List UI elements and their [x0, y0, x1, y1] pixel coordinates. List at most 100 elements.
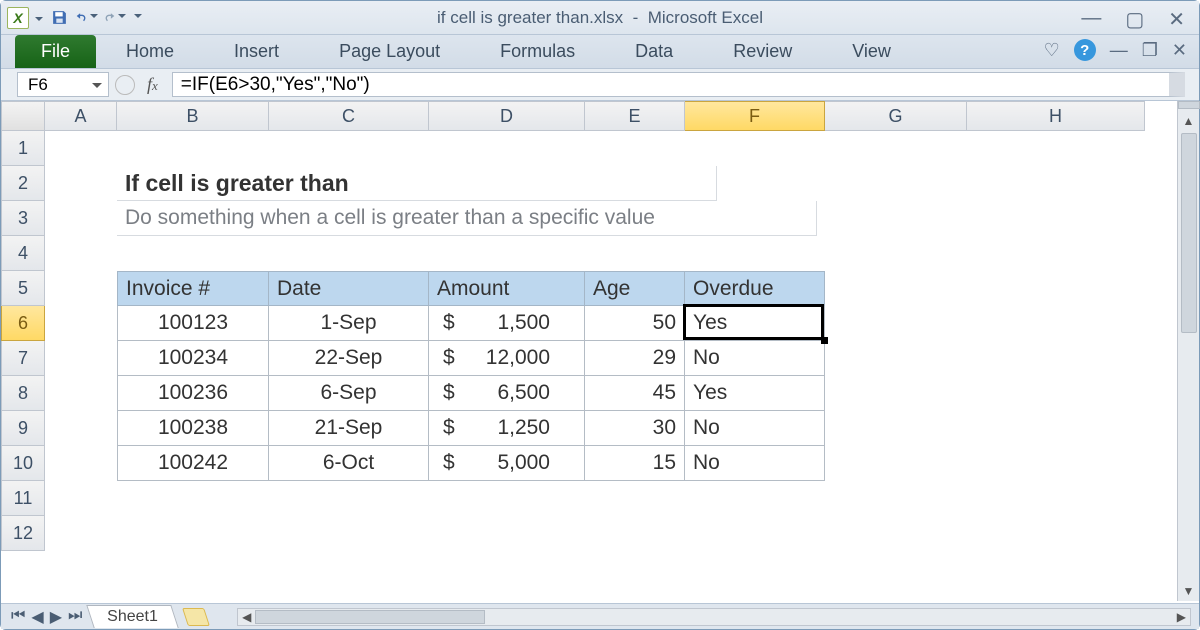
column-header[interactable]: F: [685, 101, 825, 131]
tab-view[interactable]: View: [822, 35, 921, 68]
column-header[interactable]: D: [429, 101, 585, 131]
cell-C7[interactable]: 22-Sep: [269, 341, 429, 376]
new-sheet-button[interactable]: [182, 608, 210, 626]
tab-page-layout[interactable]: Page Layout: [309, 35, 470, 68]
cell-B9[interactable]: 100238: [117, 411, 269, 446]
formula-bar: F6 fx =IF(E6>30,"Yes","No"): [1, 69, 1199, 101]
select-all-corner[interactable]: [1, 101, 45, 131]
app-menu-dropdown[interactable]: [35, 17, 43, 25]
cell-C6[interactable]: 1-Sep: [269, 306, 429, 341]
cell-B5[interactable]: Invoice #: [117, 271, 269, 306]
tab-review[interactable]: Review: [703, 35, 822, 68]
row-header[interactable]: 3: [1, 201, 45, 236]
scroll-up-icon[interactable]: ▲: [1183, 111, 1195, 131]
row-header[interactable]: 12: [1, 516, 45, 551]
column-header[interactable]: A: [45, 101, 117, 131]
cell-E9[interactable]: 30: [585, 411, 685, 446]
sheet-tab[interactable]: Sheet1: [87, 605, 179, 628]
column-header[interactable]: C: [269, 101, 429, 131]
cell-F8[interactable]: Yes: [685, 376, 825, 411]
horizontal-scrollbar[interactable]: ◀▶: [237, 608, 1191, 626]
cell-D10[interactable]: $5,000: [429, 446, 585, 481]
fx-icon[interactable]: fx: [139, 74, 166, 95]
save-button[interactable]: [47, 6, 71, 30]
title-bar: X if cell is greater than.xlsx - Microso…: [1, 1, 1199, 35]
cell-E6[interactable]: 50: [585, 306, 685, 341]
cell-D9[interactable]: $1,250: [429, 411, 585, 446]
tab-home[interactable]: Home: [96, 35, 204, 68]
column-header[interactable]: B: [117, 101, 269, 131]
tab-formulas[interactable]: Formulas: [470, 35, 605, 68]
tab-data[interactable]: Data: [605, 35, 703, 68]
cell-C9[interactable]: 21-Sep: [269, 411, 429, 446]
cell-E8[interactable]: 45: [585, 376, 685, 411]
cell-C8[interactable]: 6-Sep: [269, 376, 429, 411]
qat-customize[interactable]: [131, 6, 141, 30]
cell-C5[interactable]: Date: [269, 271, 429, 306]
window-title: if cell is greater than.xlsx - Microsoft…: [1, 8, 1199, 28]
column-header[interactable]: G: [825, 101, 967, 131]
workbook-close-button[interactable]: ✕: [1172, 40, 1187, 61]
row-header[interactable]: 1: [1, 131, 45, 166]
cell-F10[interactable]: No: [685, 446, 825, 481]
cell-B6[interactable]: 100123: [117, 306, 269, 341]
redo-button[interactable]: [103, 6, 127, 30]
cell-B2[interactable]: If cell is greater than: [117, 166, 717, 201]
sheet-nav-buttons[interactable]: ⏮◀▶⏭: [9, 607, 84, 627]
column-header[interactable]: H: [967, 101, 1145, 131]
cell-D8[interactable]: $6,500: [429, 376, 585, 411]
row-header[interactable]: 11: [1, 481, 45, 516]
redo-icon: [104, 11, 115, 25]
maximize-button[interactable]: ▢: [1125, 7, 1144, 32]
spreadsheet-grid: ABCDEFGH 123456789101112 If cell is grea…: [1, 101, 1199, 601]
cell-E7[interactable]: 29: [585, 341, 685, 376]
ribbon-minimize-icon[interactable]: ♡: [1044, 40, 1060, 61]
cell-D7[interactable]: $12,000: [429, 341, 585, 376]
scroll-down-icon[interactable]: ▼: [1183, 581, 1195, 601]
fill-handle[interactable]: [821, 337, 828, 344]
scroll-thumb[interactable]: [1181, 133, 1197, 333]
row-header[interactable]: 7: [1, 341, 45, 376]
row-header[interactable]: 2: [1, 166, 45, 201]
cell-B3[interactable]: Do something when a cell is greater than…: [117, 201, 817, 236]
cell-B8[interactable]: 100236: [117, 376, 269, 411]
cell-F5[interactable]: Overdue: [685, 271, 825, 306]
name-box[interactable]: F6: [17, 72, 109, 97]
cell-D5[interactable]: Amount: [429, 271, 585, 306]
cell-E5[interactable]: Age: [585, 271, 685, 306]
save-icon: [51, 9, 68, 26]
undo-button[interactable]: [75, 6, 99, 30]
cell-B7[interactable]: 100234: [117, 341, 269, 376]
vertical-scrollbar[interactable]: ▲ ▼: [1177, 101, 1199, 601]
quick-access-toolbar: X: [1, 6, 141, 30]
row-header[interactable]: 9: [1, 411, 45, 446]
cell-F6[interactable]: Yes: [685, 306, 825, 341]
row-header[interactable]: 5: [1, 271, 45, 306]
tab-insert[interactable]: Insert: [204, 35, 309, 68]
workbook-restore-button[interactable]: ❐: [1142, 40, 1158, 61]
row-header[interactable]: 8: [1, 376, 45, 411]
cell-B10[interactable]: 100242: [117, 446, 269, 481]
formula-input[interactable]: =IF(E6>30,"Yes","No"): [172, 72, 1185, 97]
help-icon[interactable]: ?: [1074, 39, 1096, 61]
column-header[interactable]: E: [585, 101, 685, 131]
window-controls: — ▢ ✕: [1081, 7, 1185, 32]
cancel-icon[interactable]: [115, 75, 135, 95]
row-header[interactable]: 6: [1, 306, 45, 341]
row-header[interactable]: 10: [1, 446, 45, 481]
cell-C10[interactable]: 6-Oct: [269, 446, 429, 481]
cell-E10[interactable]: 15: [585, 446, 685, 481]
minimize-button[interactable]: —: [1081, 7, 1101, 32]
split-handle[interactable]: [1178, 101, 1200, 109]
file-tab[interactable]: File: [15, 35, 96, 68]
undo-icon: [76, 11, 87, 25]
cell-F7[interactable]: No: [685, 341, 825, 376]
cell-F9[interactable]: No: [685, 411, 825, 446]
workbook-minimize-button[interactable]: —: [1110, 40, 1128, 61]
cell-D6[interactable]: $1,500: [429, 306, 585, 341]
close-button[interactable]: ✕: [1168, 7, 1185, 32]
excel-icon[interactable]: X: [7, 7, 29, 29]
row-header[interactable]: 4: [1, 236, 45, 271]
ribbon-tabs: File HomeInsertPage LayoutFormulasDataRe…: [1, 35, 1199, 69]
sheet-tab-bar: ⏮◀▶⏭ Sheet1 ◀▶: [1, 603, 1199, 629]
